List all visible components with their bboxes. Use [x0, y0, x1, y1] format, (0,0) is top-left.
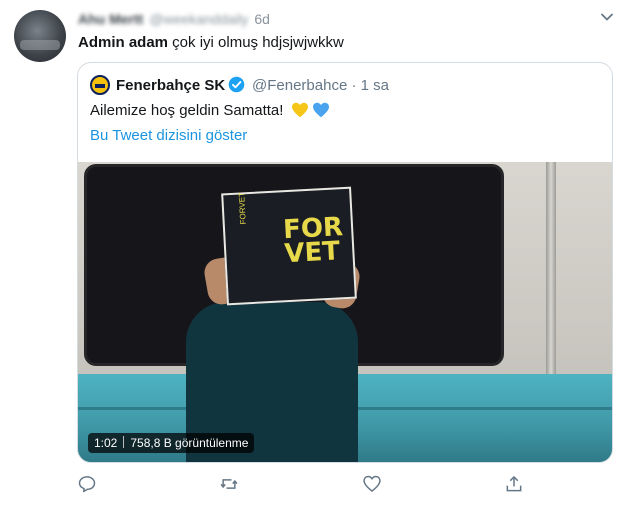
mention-name[interactable]: Admin adam	[78, 34, 168, 51]
quoted-display-name[interactable]: Fenerbahçe SK	[116, 77, 225, 94]
share-icon[interactable]	[504, 474, 524, 494]
yellow-heart-icon	[291, 102, 308, 118]
fenerbahce-logo-avatar[interactable]	[90, 75, 110, 95]
blue-heart-icon	[312, 102, 329, 118]
heart-icon[interactable]	[362, 474, 382, 494]
tweet-text: Admin adam çok iyi olmuş hdjsjwjwkkw	[78, 34, 344, 51]
video-player[interactable]: FORVET FOR VET 1:02 758,8 B görüntülenme	[78, 162, 612, 462]
author-display-name[interactable]: Ahu Mertt	[78, 11, 143, 27]
avatar[interactable]	[14, 10, 66, 62]
book-title-line2: VET	[283, 236, 341, 270]
tweet-author-line: Ahu Mertt @weekanddaily 6d	[78, 11, 270, 27]
author-handle[interactable]: @weekanddaily	[149, 11, 248, 27]
show-thread-link[interactable]: Bu Tweet dizisini göster	[90, 127, 247, 144]
quoted-tweet-card[interactable]: Fenerbahçe SK @Fenerbahce · 1 sa Ailemiz…	[77, 62, 613, 463]
reply-icon[interactable]	[77, 474, 97, 494]
quoted-handle-time: @Fenerbahce · 1 sa	[252, 77, 389, 94]
video-duration: 1:02	[94, 436, 118, 450]
badge-separator	[123, 436, 125, 448]
quoted-tweet-body: Ailemize hoş geldin Samatta!	[90, 102, 284, 119]
tweet-time[interactable]: 6d	[254, 11, 270, 27]
book-cover: FORVET FOR VET	[221, 186, 357, 306]
quoted-tweet-text: Ailemize hoş geldin Samatta!	[90, 102, 330, 119]
book-spine-text: FORVET	[237, 191, 248, 225]
video-view-count: 758,8 B görüntülenme	[130, 436, 249, 450]
video-info-badge: 1:02 758,8 B görüntülenme	[88, 433, 255, 453]
chevron-down-icon[interactable]	[600, 10, 614, 24]
book-title: FOR VET	[282, 212, 345, 270]
retweet-icon[interactable]	[219, 474, 239, 494]
verified-badge-icon	[228, 76, 245, 93]
tweet-body: çok iyi olmuş hdjsjwjwkkw	[168, 34, 344, 51]
